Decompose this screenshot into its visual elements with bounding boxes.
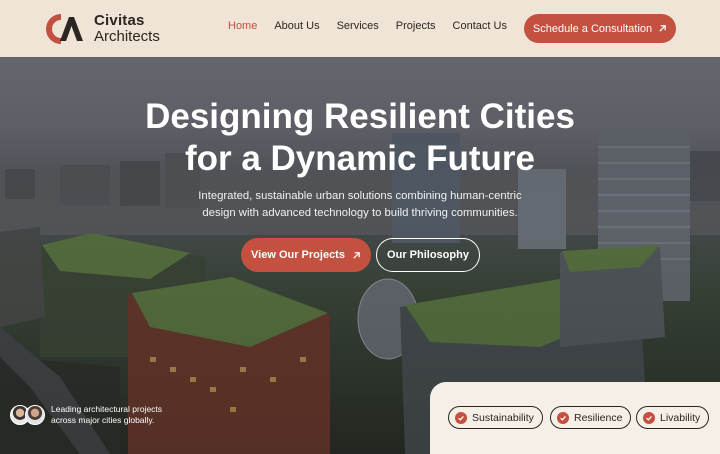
- arrow-up-right-icon: [353, 251, 360, 259]
- civitas-logo-icon: [46, 13, 83, 44]
- site-header: Civitas Architects Home About Us Service…: [0, 0, 720, 57]
- our-philosophy-button[interactable]: Our Philosophy: [376, 238, 480, 272]
- check-icon: [557, 411, 569, 424]
- nav-contact-us[interactable]: Contact Us: [453, 20, 507, 32]
- brand-logo[interactable]: Civitas Architects: [45, 13, 160, 44]
- tag-label: Livability: [660, 411, 701, 424]
- check-icon: [643, 411, 655, 424]
- nav-home[interactable]: Home: [228, 20, 257, 32]
- values-panel: Sustainability Resilience Livability: [430, 382, 720, 454]
- hero-section: Designing Resilient Cities for a Dynamic…: [0, 57, 720, 454]
- check-icon: [455, 411, 467, 424]
- our-philosophy-label: Our Philosophy: [387, 249, 469, 261]
- avatar: [25, 405, 45, 425]
- schedule-consultation-button[interactable]: Schedule a Consultation: [524, 14, 676, 43]
- main-nav: Home About Us Services Projects Contact …: [228, 20, 524, 32]
- testimonial-line1: Leading architectural projects: [51, 404, 163, 414]
- hero-subtitle-line1: Integrated, sustainable urban solutions …: [198, 190, 522, 202]
- brand-subname: Architects: [94, 28, 160, 45]
- nav-services[interactable]: Services: [337, 20, 379, 32]
- testimonial-line2: across major cities globally.: [51, 415, 155, 425]
- tag-livability[interactable]: Livability: [636, 406, 710, 429]
- tag-sustainability[interactable]: Sustainability: [448, 406, 543, 429]
- nav-about-us[interactable]: About Us: [274, 20, 319, 32]
- view-projects-button[interactable]: View Our Projects: [241, 238, 371, 272]
- avatar-group: [10, 405, 45, 425]
- nav-projects[interactable]: Projects: [396, 20, 436, 32]
- view-projects-label: View Our Projects: [251, 249, 345, 261]
- hero-title-line1: Designing Resilient Cities: [145, 97, 575, 136]
- tag-resilience[interactable]: Resilience: [550, 406, 632, 429]
- arrow-up-right-icon: [659, 25, 666, 32]
- brand-name: Civitas: [94, 12, 145, 29]
- hero-subtitle-line2: design with advanced technology to build…: [202, 207, 518, 219]
- tag-label: Resilience: [574, 411, 623, 424]
- tag-label: Sustainability: [472, 411, 534, 424]
- schedule-consultation-label: Schedule a Consultation: [532, 22, 653, 35]
- hero-title-line2: for a Dynamic Future: [184, 139, 536, 178]
- testimonial-badge: Leading architectural projects across ma…: [10, 400, 184, 430]
